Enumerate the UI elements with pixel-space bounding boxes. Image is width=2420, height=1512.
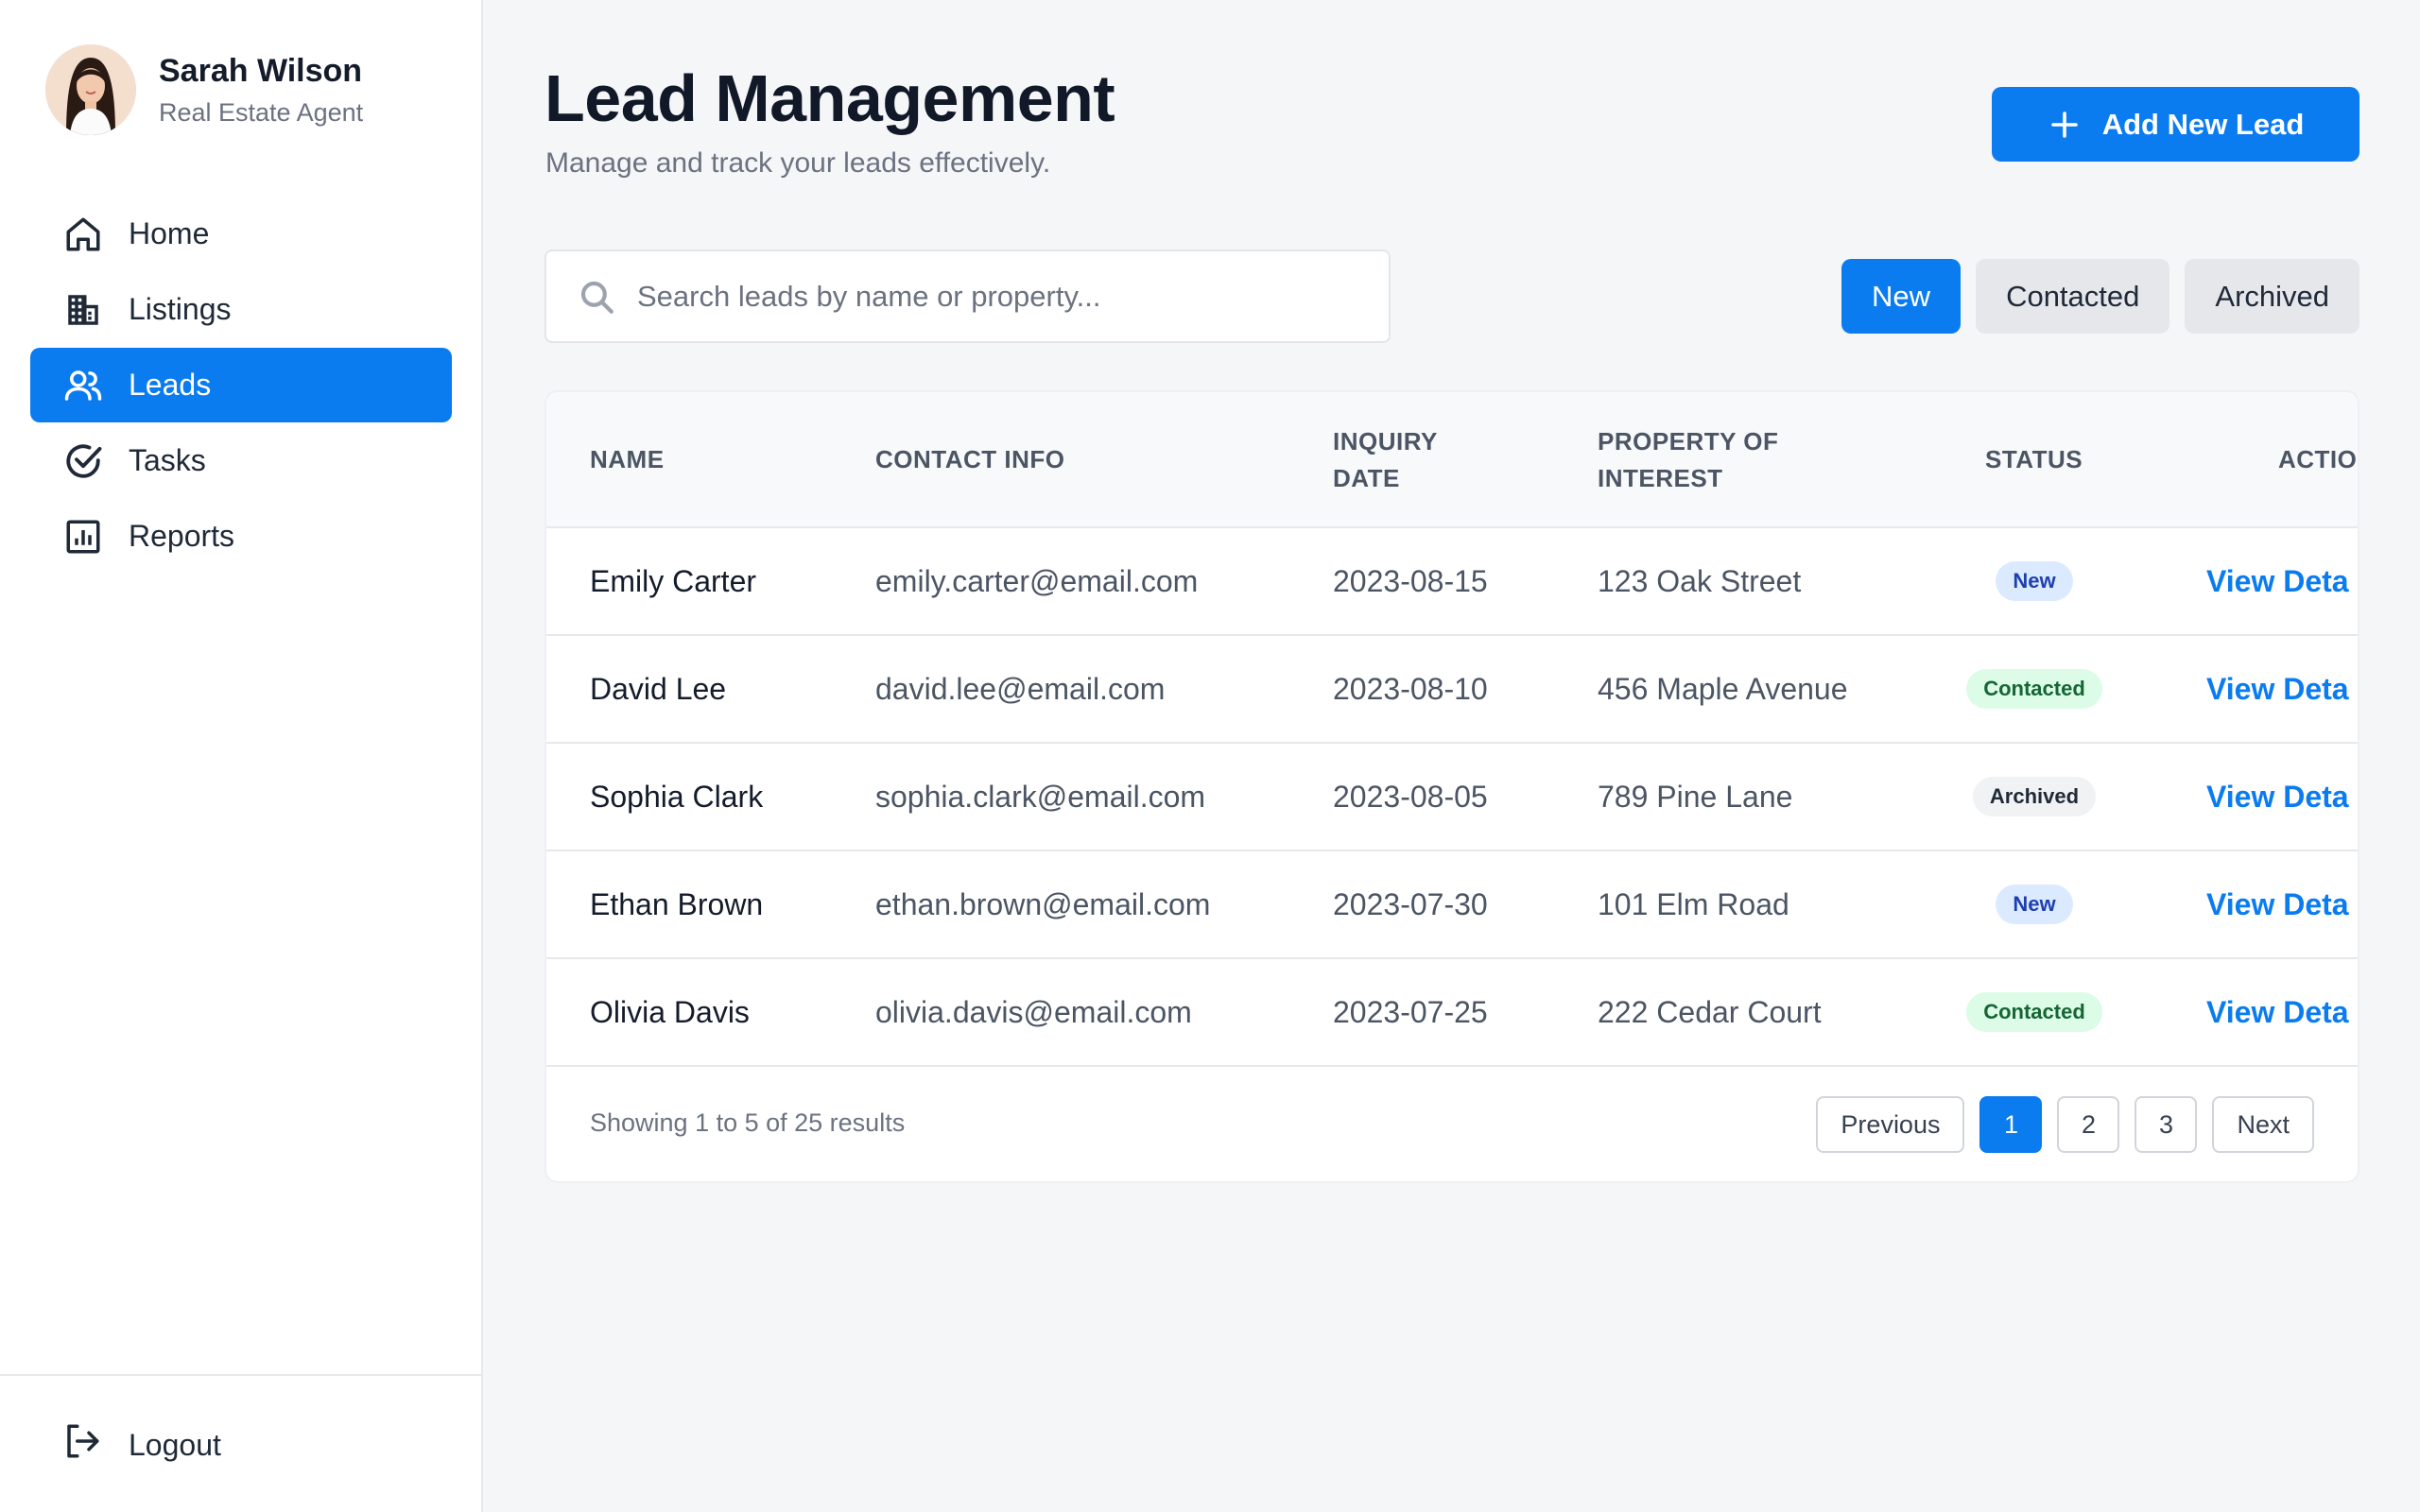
column-header-property[interactable]: PROPERTY OF INTEREST bbox=[1598, 423, 1778, 497]
add-new-lead-label: Add New Lead bbox=[2101, 107, 2305, 141]
property-of-interest: 123 Oak Street bbox=[1598, 563, 1802, 598]
sidebar-item-label: Home bbox=[129, 216, 210, 250]
column-header-actions: ACTIO bbox=[2278, 445, 2358, 473]
profile-name: Sarah Wilson bbox=[159, 53, 363, 89]
search-icon bbox=[580, 281, 614, 314]
add-new-lead-button[interactable]: Add New Lead bbox=[1992, 87, 2360, 162]
sidebar-footer: Logout bbox=[0, 1374, 481, 1512]
sidebar-item-label: Leads bbox=[129, 368, 212, 402]
view-details-link[interactable]: View Deta bbox=[2206, 672, 2349, 707]
sidebar: Sarah Wilson Real Estate Agent Home List… bbox=[0, 0, 483, 1512]
leads-table-card: NAME CONTACT INFO INQUIRY DATE PROPERTY O… bbox=[544, 390, 2360, 1183]
inquiry-date: 2023-08-05 bbox=[1333, 779, 1488, 814]
inquiry-date: 2023-07-30 bbox=[1333, 886, 1488, 921]
results-summary: Showing 1 to 5 of 25 results bbox=[590, 1108, 906, 1137]
lead-name: Ethan Brown bbox=[590, 886, 764, 921]
lead-email: david.lee@email.com bbox=[875, 671, 1166, 706]
users-icon bbox=[62, 365, 104, 406]
user-profile[interactable]: Sarah Wilson Real Estate Agent bbox=[45, 44, 363, 135]
inquiry-date: 2023-08-15 bbox=[1333, 563, 1488, 598]
building-icon bbox=[62, 289, 104, 331]
lead-name: Olivia Davis bbox=[590, 994, 750, 1029]
status-badge: Archived bbox=[1972, 777, 2097, 816]
sidebar-item-tasks[interactable]: Tasks bbox=[30, 423, 452, 498]
lead-email: emily.carter@email.com bbox=[875, 563, 1199, 598]
inquiry-date: 2023-08-10 bbox=[1333, 671, 1488, 706]
next-page-button[interactable]: Next bbox=[2212, 1096, 2314, 1153]
plus-icon bbox=[2050, 111, 2078, 138]
sidebar-item-label: Listings bbox=[129, 292, 232, 326]
property-of-interest: 222 Cedar Court bbox=[1598, 994, 1822, 1029]
table-row[interactable]: David Lee david.lee@email.com 2023-08-10… bbox=[546, 636, 2358, 744]
view-details-link[interactable]: View Deta bbox=[2206, 995, 2349, 1030]
sidebar-nav: Home Listings Leads Tasks Reports bbox=[30, 197, 452, 575]
table-header: NAME CONTACT INFO INQUIRY DATE PROPERTY O… bbox=[546, 392, 2358, 528]
view-details-link[interactable]: View Deta bbox=[2206, 564, 2349, 599]
logout-button[interactable]: Logout bbox=[62, 1421, 221, 1469]
filter-archived-button[interactable]: Archived bbox=[2185, 259, 2360, 334]
table-footer: Showing 1 to 5 of 25 results Previous 1 … bbox=[546, 1067, 2358, 1181]
previous-page-button[interactable]: Previous bbox=[1816, 1096, 1965, 1153]
lead-name: David Lee bbox=[590, 671, 727, 706]
check-circle-icon bbox=[62, 440, 104, 482]
inquiry-date: 2023-07-25 bbox=[1333, 994, 1488, 1029]
logout-label: Logout bbox=[129, 1427, 221, 1462]
lead-email: olivia.davis@email.com bbox=[875, 994, 1192, 1029]
page-1-button[interactable]: 1 bbox=[1979, 1096, 2043, 1153]
page-2-button[interactable]: 2 bbox=[2057, 1096, 2120, 1153]
sidebar-item-label: Reports bbox=[129, 519, 235, 553]
filter-new-button[interactable]: New bbox=[1841, 259, 1962, 334]
sidebar-item-listings[interactable]: Listings bbox=[30, 272, 452, 347]
sidebar-item-label: Tasks bbox=[129, 443, 206, 477]
lead-email: ethan.brown@email.com bbox=[875, 886, 1211, 921]
lead-email: sophia.clark@email.com bbox=[875, 779, 1206, 814]
property-of-interest: 789 Pine Lane bbox=[1598, 779, 1793, 814]
home-icon bbox=[62, 214, 104, 255]
column-header-contact[interactable]: CONTACT INFO bbox=[875, 441, 1065, 478]
page-3-button[interactable]: 3 bbox=[2135, 1096, 2198, 1153]
view-details-link[interactable]: View Deta bbox=[2206, 780, 2349, 815]
filter-contacted-button[interactable]: Contacted bbox=[1976, 259, 2170, 334]
status-filter-group: New Contacted Archived bbox=[1826, 259, 2360, 334]
status-badge: Contacted bbox=[1966, 992, 2102, 1032]
table-row[interactable]: Sophia Clark sophia.clark@email.com 2023… bbox=[546, 744, 2358, 851]
view-details-link[interactable]: View Deta bbox=[2206, 887, 2349, 922]
property-of-interest: 101 Elm Road bbox=[1598, 886, 1789, 921]
property-of-interest: 456 Maple Avenue bbox=[1598, 671, 1848, 706]
logout-icon bbox=[62, 1421, 102, 1469]
table-row[interactable]: Emily Carter emily.carter@email.com 2023… bbox=[546, 528, 2358, 636]
page-subtitle: Manage and track your leads effectively. bbox=[545, 147, 1051, 179]
profile-role: Real Estate Agent bbox=[159, 98, 364, 127]
status-badge: New bbox=[1996, 561, 2073, 601]
sidebar-item-leads[interactable]: Leads bbox=[30, 348, 452, 422]
page-title: Lead Management bbox=[544, 61, 1115, 135]
search-box[interactable] bbox=[544, 249, 1391, 343]
pagination: Previous 1 2 3 Next bbox=[1801, 1096, 2314, 1153]
bar-chart-icon bbox=[62, 516, 104, 558]
lead-name: Sophia Clark bbox=[590, 779, 764, 814]
table-row[interactable]: Olivia Davis olivia.davis@email.com 2023… bbox=[546, 959, 2358, 1067]
column-header-inquiry-date[interactable]: INQUIRY DATE bbox=[1333, 423, 1438, 497]
sidebar-item-home[interactable]: Home bbox=[30, 197, 452, 271]
lead-name: Emily Carter bbox=[590, 563, 757, 598]
table-row[interactable]: Ethan Brown ethan.brown@email.com 2023-0… bbox=[546, 851, 2358, 959]
column-header-name[interactable]: NAME bbox=[590, 441, 665, 478]
sidebar-item-reports[interactable]: Reports bbox=[30, 499, 452, 574]
column-header-status[interactable]: STATUS bbox=[1985, 441, 2083, 478]
status-badge: New bbox=[1996, 885, 2073, 924]
status-badge: Contacted bbox=[1966, 669, 2102, 709]
search-input[interactable] bbox=[637, 279, 1374, 314]
avatar bbox=[45, 44, 136, 135]
